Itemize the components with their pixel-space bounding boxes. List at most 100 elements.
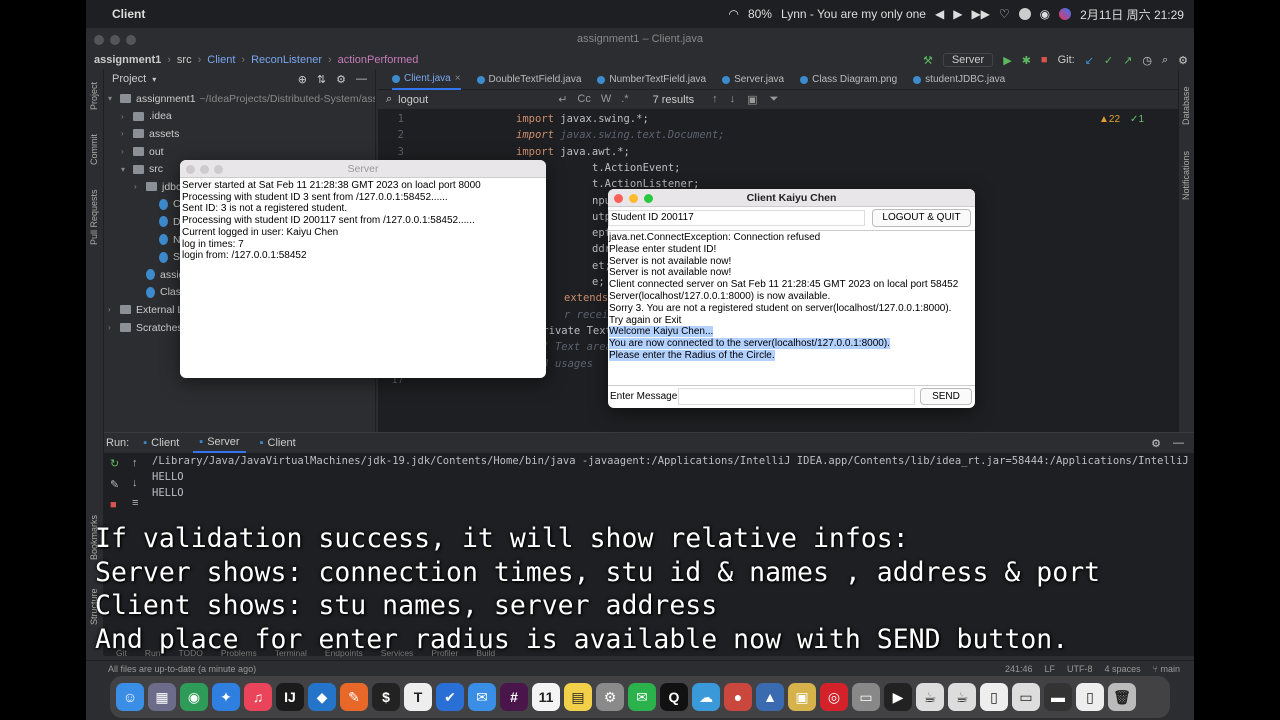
project-view-selector[interactable]: Project bbox=[112, 73, 146, 85]
zoom-icon[interactable] bbox=[214, 165, 223, 174]
bottom-tool-todo[interactable]: TODO bbox=[178, 648, 202, 658]
editor-tab[interactable]: NumberTextField.java bbox=[597, 74, 706, 85]
student-id-field[interactable]: Student ID 200117 bbox=[608, 210, 865, 226]
tasks-icon[interactable]: ✔ bbox=[436, 683, 464, 711]
git-push-icon[interactable]: ↗ bbox=[1123, 54, 1132, 67]
siri-icon[interactable] bbox=[1059, 8, 1072, 20]
launchpad-icon[interactable]: ▦ bbox=[148, 683, 176, 711]
tool-window-pull-requests[interactable]: Pull Requests bbox=[89, 189, 99, 245]
safari-icon[interactable]: ✦ bbox=[212, 683, 240, 711]
bear-icon[interactable]: ● bbox=[724, 683, 752, 711]
battery-percent[interactable]: 80% bbox=[748, 7, 772, 21]
regex-toggle[interactable]: .* bbox=[621, 93, 628, 106]
client-window-titlebar[interactable]: Client Kaiyu Chen bbox=[608, 189, 975, 207]
code-line[interactable]: e; bbox=[592, 276, 605, 288]
match-case-toggle[interactable]: Cc bbox=[577, 93, 590, 106]
run-tab-client-2[interactable]: ▪ Client bbox=[254, 433, 302, 453]
tool-window-structure[interactable]: Structure bbox=[89, 588, 99, 625]
chevron-icon[interactable]: › bbox=[121, 112, 133, 121]
breadcrumb-class[interactable]: Client bbox=[207, 54, 235, 66]
run-tab-server[interactable]: ▪ Server bbox=[193, 433, 246, 453]
music-icon[interactable]: ♫ bbox=[244, 683, 272, 711]
editor-tab[interactable]: Class Diagram.png bbox=[800, 74, 897, 85]
close-icon[interactable] bbox=[186, 165, 195, 174]
wrench-icon[interactable]: ✎ bbox=[110, 478, 119, 491]
words-toggle[interactable]: W bbox=[601, 93, 611, 106]
trash-icon[interactable]: 🗑 bbox=[1108, 683, 1136, 711]
chevron-icon[interactable]: › bbox=[108, 305, 120, 314]
now-playing[interactable]: Lynn - You are my only one bbox=[781, 7, 926, 21]
search-everywhere-icon[interactable]: ⌕ bbox=[1162, 54, 1168, 67]
run-icon[interactable]: ▶ bbox=[1003, 54, 1011, 67]
locate-icon[interactable]: ⊕ bbox=[298, 73, 307, 86]
client-window[interactable]: Client Kaiyu Chen Student ID 200117 LOGO… bbox=[608, 189, 975, 408]
prev-track-icon[interactable]: ◀ bbox=[935, 7, 944, 21]
logout-quit-button[interactable]: LOGOUT & QUIT bbox=[872, 209, 971, 227]
date-time[interactable]: 2月11日 周六 21:29 bbox=[1080, 6, 1184, 23]
file-encoding[interactable]: UTF-8 bbox=[1067, 664, 1093, 674]
chevron-icon[interactable]: › bbox=[121, 147, 133, 156]
chevron-icon[interactable]: › bbox=[134, 182, 146, 191]
chevron-icon[interactable]: › bbox=[121, 129, 133, 138]
tree-item[interactable]: ▾ assignment1 ~/IdeaProjects/Distributed-S… bbox=[104, 90, 375, 108]
cloud-icon[interactable]: ☁ bbox=[692, 683, 720, 711]
editor-tab[interactable]: Client.java × bbox=[392, 70, 461, 90]
close-icon[interactable] bbox=[614, 194, 623, 203]
monitor-icon[interactable]: ▭ bbox=[852, 683, 880, 711]
run-settings-icon[interactable]: ⚙ bbox=[1151, 437, 1161, 450]
history-icon[interactable]: ◷ bbox=[1142, 54, 1152, 67]
mail-icon[interactable]: ✉ bbox=[468, 683, 496, 711]
java2-icon[interactable]: ☕ bbox=[948, 683, 976, 711]
close-tab-icon[interactable]: × bbox=[455, 73, 461, 84]
notes-icon[interactable]: ▤ bbox=[564, 683, 592, 711]
wifi-icon[interactable]: ◠ bbox=[728, 7, 738, 21]
intellij-icon[interactable]: IJ bbox=[276, 683, 304, 711]
code-line[interactable]: import javax.swing.*; bbox=[516, 113, 649, 125]
wechat-icon[interactable]: ✉ bbox=[628, 683, 656, 711]
git-branch[interactable]: ⑂ main bbox=[1153, 664, 1180, 674]
caret-position[interactable]: 241:46 bbox=[1005, 664, 1033, 674]
soft-wrap-icon[interactable]: ≡ bbox=[132, 497, 138, 509]
code-line[interactable]: import javax.swing.text.Document; bbox=[516, 129, 725, 141]
typora-icon[interactable]: T bbox=[404, 683, 432, 711]
stop-icon[interactable]: ■ bbox=[1041, 54, 1048, 66]
play-icon[interactable]: ▶ bbox=[953, 7, 962, 21]
bottom-tool-run[interactable]: Run bbox=[145, 648, 161, 658]
minimize-icon[interactable] bbox=[200, 165, 209, 174]
run-tab-client[interactable]: ▪ Client bbox=[137, 433, 185, 453]
calendar-icon[interactable]: 11 bbox=[532, 683, 560, 711]
bottom-tool-problems[interactable]: Problems bbox=[221, 648, 257, 658]
inspection-widget[interactable]: ▲22 ✓1 bbox=[1099, 114, 1144, 125]
chevron-icon[interactable]: › bbox=[108, 323, 120, 332]
terminal-icon[interactable]: $ bbox=[372, 683, 400, 711]
slack-icon[interactable]: # bbox=[500, 683, 528, 711]
java1-icon[interactable]: ☕ bbox=[916, 683, 944, 711]
minimize-icon[interactable] bbox=[629, 194, 638, 203]
chevron-down-icon[interactable]: ▾ bbox=[152, 75, 156, 84]
editor-tab[interactable]: DoubleTextField.java bbox=[476, 74, 581, 85]
control-center-icon[interactable] bbox=[1018, 8, 1031, 20]
bottom-tool-profiler[interactable]: Profiler bbox=[431, 648, 458, 658]
breadcrumb-inner-class[interactable]: ReconListener bbox=[251, 54, 322, 66]
close-icon[interactable] bbox=[94, 35, 104, 45]
send-button[interactable]: SEND bbox=[920, 388, 972, 405]
run-config-selector[interactable]: Server bbox=[942, 53, 994, 67]
tree-item[interactable]: › .idea bbox=[104, 108, 375, 126]
hide-panel-icon[interactable]: — bbox=[356, 73, 367, 86]
tool-window-notifications[interactable]: Notifications bbox=[1181, 151, 1191, 200]
breadcrumb-src[interactable]: src bbox=[177, 54, 192, 66]
debug-icon[interactable]: ✱ bbox=[1022, 54, 1031, 67]
indent-setting[interactable]: 4 spaces bbox=[1105, 664, 1141, 674]
client-message-area[interactable]: java.net.ConnectException: Connection re… bbox=[608, 230, 975, 386]
breadcrumb-method[interactable]: actionPerformed bbox=[338, 54, 419, 66]
server-window-titlebar[interactable]: Server bbox=[180, 160, 546, 178]
doc-icon[interactable]: ▯ bbox=[980, 683, 1008, 711]
term2-icon[interactable]: ▬ bbox=[1044, 683, 1072, 711]
settings-gear-icon[interactable]: ⚙ bbox=[1178, 54, 1188, 67]
finder-icon[interactable]: ☺ bbox=[116, 683, 144, 711]
finalcut-icon[interactable]: ▶ bbox=[884, 683, 912, 711]
bottom-tool-git[interactable]: Git bbox=[116, 648, 127, 658]
previous-occurrence-icon[interactable]: ↑ bbox=[712, 93, 718, 106]
git-commit-icon[interactable]: ✓ bbox=[1104, 54, 1113, 67]
bottom-tool-services[interactable]: Services bbox=[381, 648, 414, 658]
